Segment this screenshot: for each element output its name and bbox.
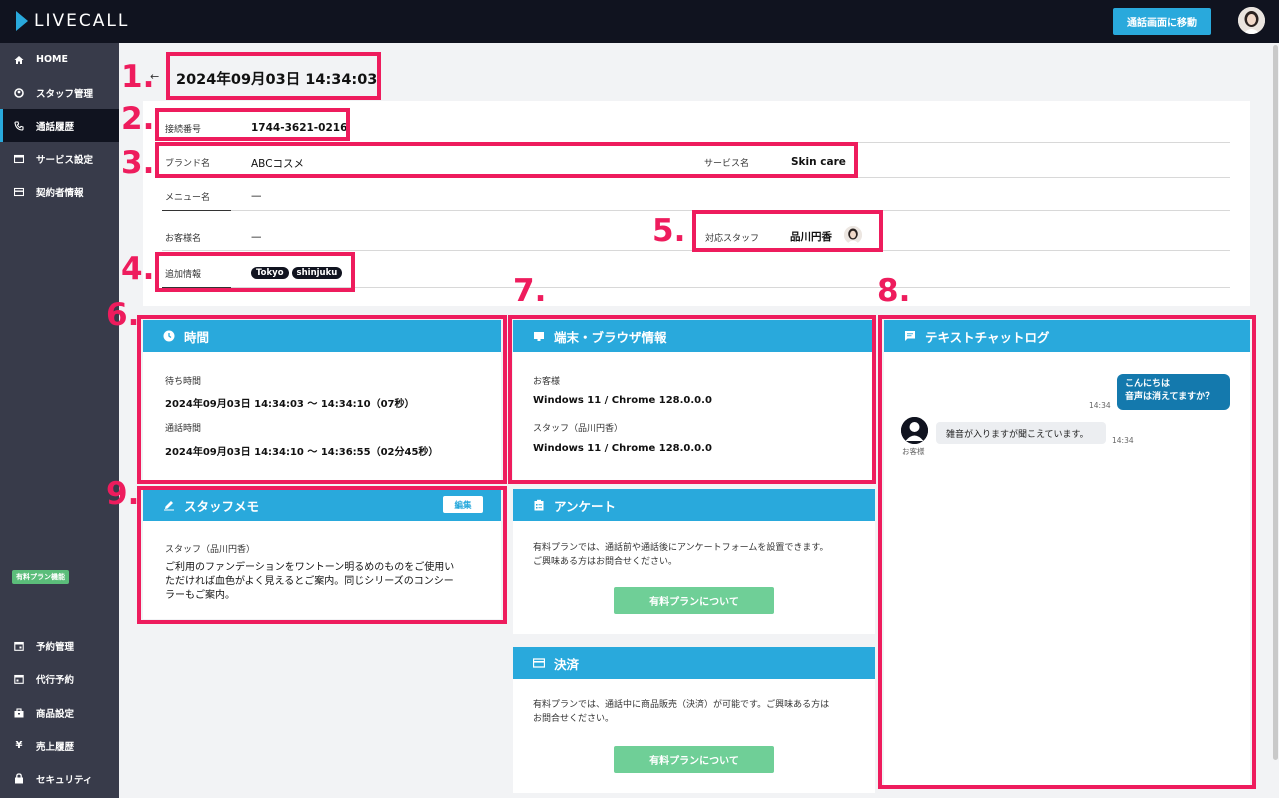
annotation-number-3: 3. bbox=[121, 145, 155, 181]
payment-line: お問合せください。 bbox=[533, 714, 615, 724]
home-icon bbox=[13, 54, 25, 66]
yen-icon: ¥ bbox=[15, 740, 23, 751]
scrollbar-thumb[interactable] bbox=[1273, 45, 1278, 760]
annotation-number-7: 7. bbox=[513, 273, 547, 309]
credit-card-icon bbox=[533, 657, 545, 669]
annotation-number-6: 6. bbox=[106, 297, 140, 333]
sidebar-item-sales-history[interactable]: ¥ 売上履歴 bbox=[0, 729, 119, 762]
annotation-number-5: 5. bbox=[652, 213, 686, 249]
survey-line: 有料プランでは、通話前や通話後にアンケートフォームを設置できます。 bbox=[533, 543, 829, 553]
divider bbox=[162, 210, 231, 211]
card-icon bbox=[13, 186, 25, 198]
sidebar-item-service-settings[interactable]: サービス設定 bbox=[0, 142, 119, 175]
sidebar-item-call-history[interactable]: 通話履歴 bbox=[0, 109, 119, 142]
user-avatar[interactable] bbox=[1238, 7, 1265, 34]
top-bar: LIVECALL 通話画面に移動 bbox=[0, 0, 1279, 43]
logo-text: LIVECALL bbox=[34, 11, 130, 31]
logo[interactable]: LIVECALL bbox=[16, 11, 129, 31]
sidebar-item-staff[interactable]: スタッフ管理 bbox=[0, 76, 119, 109]
payment-description: 有料プランでは、通話中に商品販売（決済）が可能です。ご興味ある方は お問合せくだ… bbox=[533, 698, 829, 726]
staff-icon bbox=[13, 87, 25, 99]
phone-icon bbox=[13, 120, 25, 132]
sidebar-item-label: 予約管理 bbox=[36, 641, 75, 653]
payment-paid-plan-button[interactable]: 有料プランについて bbox=[614, 746, 774, 773]
annotation-number-2: 2. bbox=[121, 101, 155, 137]
sidebar-item-label: サービス設定 bbox=[36, 154, 94, 166]
menu-name-label: メニュー名 bbox=[165, 193, 211, 203]
highlight-box-3 bbox=[155, 142, 858, 178]
highlight-box-6 bbox=[137, 315, 507, 484]
customer-name-value: — bbox=[251, 231, 262, 243]
sidebar-item-label: 商品設定 bbox=[36, 708, 75, 720]
annotation-number-9: 9. bbox=[106, 476, 140, 512]
highlight-box-7 bbox=[508, 315, 876, 484]
highlight-box-5 bbox=[692, 210, 883, 252]
highlight-box-2 bbox=[155, 108, 350, 141]
logo-mark-icon bbox=[16, 11, 28, 31]
sidebar-item-reservations[interactable]: 予約管理 bbox=[0, 629, 119, 662]
sidebar-item-label: 通話履歴 bbox=[36, 121, 75, 133]
sidebar-item-label: HOME bbox=[36, 54, 68, 65]
divider bbox=[231, 287, 1230, 288]
survey-panel-header: アンケート bbox=[513, 489, 875, 521]
sidebar-item-home[interactable]: HOME bbox=[0, 43, 119, 76]
survey-line: ご興味ある方はお問合せください。 bbox=[533, 557, 678, 567]
sidebar-item-label: セキュリティ bbox=[36, 774, 93, 786]
sidebar-item-security[interactable]: セキュリティ bbox=[0, 762, 119, 795]
paid-plan-badge: 有料プラン機能 bbox=[12, 570, 69, 584]
sidebar-item-label: スタッフ管理 bbox=[36, 88, 94, 100]
go-to-call-screen-button[interactable]: 通話画面に移動 bbox=[1113, 8, 1211, 35]
user-avatar-icon bbox=[1238, 7, 1265, 34]
payment-panel-title: 決済 bbox=[554, 656, 580, 672]
customer-name-label: お客様名 bbox=[165, 234, 202, 244]
service-icon bbox=[13, 153, 25, 165]
lock-icon bbox=[13, 773, 25, 785]
sidebar-item-label: 売上履歴 bbox=[36, 741, 75, 753]
sidebar-item-contractor-info[interactable]: 契約者情報 bbox=[0, 175, 119, 208]
payment-panel-header: 決済 bbox=[513, 647, 875, 679]
survey-paid-plan-button[interactable]: 有料プランについて bbox=[614, 587, 774, 614]
sidebar-item-product-settings[interactable]: 商品設定 bbox=[0, 696, 119, 729]
clipboard-icon bbox=[533, 499, 545, 511]
highlight-box-8 bbox=[878, 315, 1256, 789]
survey-description: 有料プランでは、通話前や通話後にアンケートフォームを設置できます。 ご興味ある方… bbox=[533, 541, 828, 569]
sidebar-item-label: 代行予約 bbox=[36, 674, 75, 686]
menu-name-value: — bbox=[251, 190, 262, 202]
highlight-box-9 bbox=[137, 486, 507, 624]
highlight-box-1 bbox=[166, 52, 381, 100]
sidebar-item-label: 契約者情報 bbox=[36, 187, 84, 199]
box-icon bbox=[13, 707, 25, 719]
survey-panel-title: アンケート bbox=[554, 498, 617, 514]
payment-line: 有料プランでは、通話中に商品販売（決済）が可能です。ご興味ある方は bbox=[533, 700, 830, 710]
annotation-number-1: 1. bbox=[121, 59, 155, 95]
calendar-icon bbox=[13, 673, 25, 685]
sidebar-item-proxy-reservation[interactable]: 代行予約 bbox=[0, 662, 119, 695]
calendar-icon bbox=[13, 640, 25, 652]
annotation-number-8: 8. bbox=[877, 273, 911, 309]
highlight-box-4 bbox=[155, 252, 355, 292]
annotation-number-4: 4. bbox=[121, 251, 155, 287]
